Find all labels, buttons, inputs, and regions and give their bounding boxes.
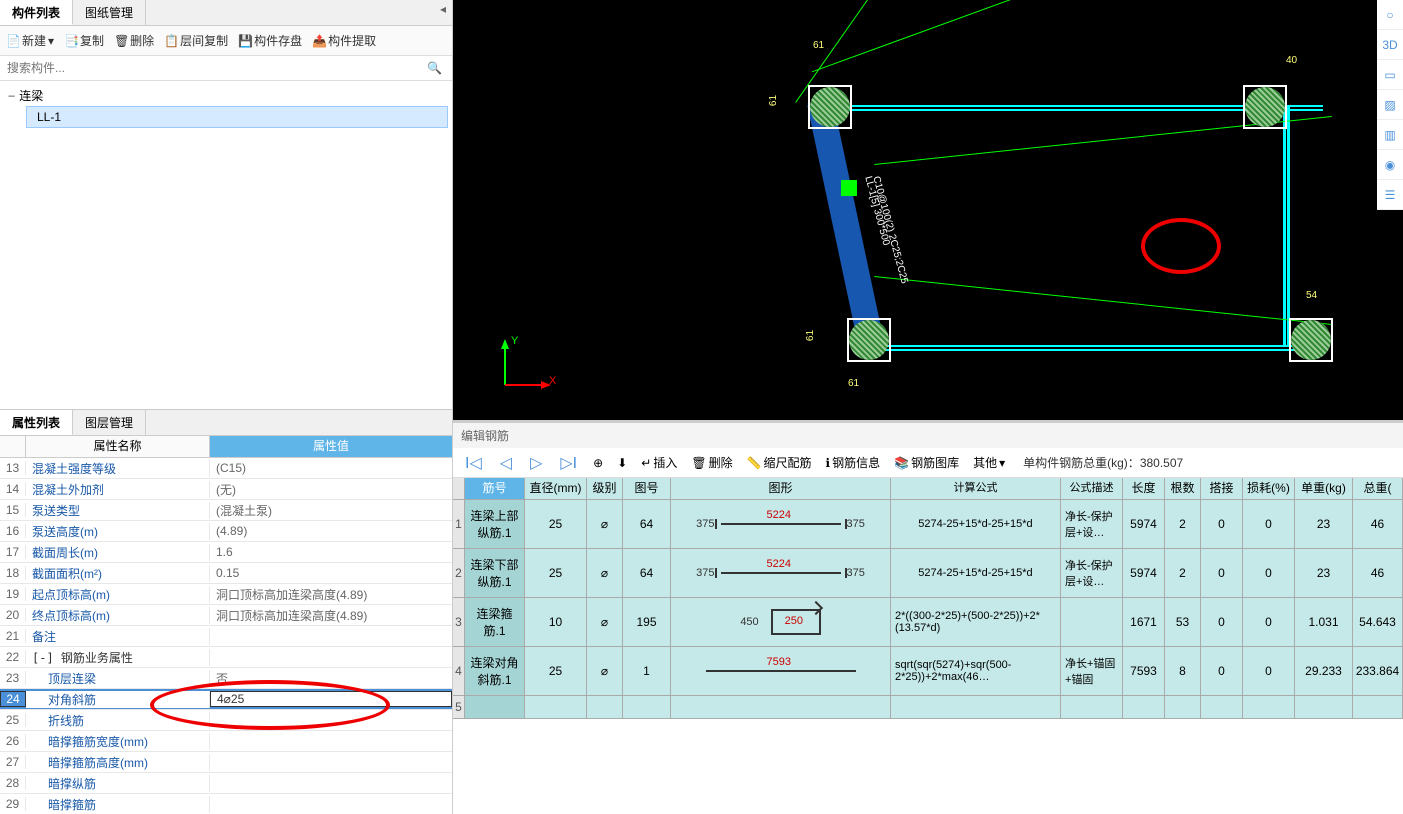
canvas-viewport[interactable]: 61 40 61 61 54 61 LL-1[5] 300*500 C10@10… bbox=[453, 0, 1403, 420]
property-row[interactable]: 28暗撑纵筋 bbox=[0, 773, 452, 794]
property-row[interactable]: 16泵送高度(m)(4.89) bbox=[0, 521, 452, 542]
column-2[interactable] bbox=[1243, 85, 1287, 129]
scale-button[interactable]: 📏 缩尺配筋 bbox=[743, 452, 816, 473]
property-row[interactable]: 13混凝土强度等级(C15) bbox=[0, 458, 452, 479]
property-row[interactable]: 18截面面积(m²)0.15 bbox=[0, 563, 452, 584]
rebar-down-icon[interactable]: ⬇ bbox=[613, 454, 631, 472]
column-4[interactable] bbox=[1289, 318, 1333, 362]
side-tool-box2[interactable]: ▨ bbox=[1377, 90, 1403, 120]
delete-button[interactable]: 🗑 删除 bbox=[687, 452, 736, 473]
nav-first[interactable]: I◁ bbox=[459, 453, 488, 473]
dim-label: 40 bbox=[1286, 55, 1297, 66]
rebar-row[interactable]: 2连梁下部纵筋.125⌀6437552243755274-25+15*d-25+… bbox=[453, 549, 1403, 598]
property-row[interactable]: 24对角斜筋4⌀25 bbox=[0, 689, 452, 710]
property-row[interactable]: 15泵送类型(混凝土泵) bbox=[0, 500, 452, 521]
other-button[interactable]: 其他 ▾ bbox=[969, 452, 1009, 473]
copy-icon: 📑 bbox=[64, 34, 78, 48]
expand-icon[interactable]: − bbox=[8, 89, 15, 103]
component-toolbar: 📄新建▾ 📑复制 🗑删除 📋层间复制 💾构件存盘 📤构件提取 bbox=[0, 26, 452, 56]
dim-label: 61 bbox=[813, 40, 824, 51]
save-button[interactable]: 💾构件存盘 bbox=[234, 30, 306, 51]
tree-item-ll1[interactable]: LL-1 bbox=[26, 106, 448, 128]
delete-button[interactable]: 🗑删除 bbox=[110, 30, 158, 51]
rebar-table: 筋号 直径(mm) 级别 图号 图形 计算公式 公式描述 长度 根数 搭接 损耗… bbox=[453, 478, 1403, 814]
dim-label: 61 bbox=[805, 330, 816, 341]
side-tool-orbit[interactable]: ○ bbox=[1377, 0, 1403, 30]
property-row[interactable]: 21备注 bbox=[0, 626, 452, 647]
property-tabs: 属性列表 图层管理 bbox=[0, 410, 452, 436]
rebar-panel-title: 编辑钢筋 bbox=[453, 423, 1403, 448]
search-icon[interactable]: 🔍 bbox=[421, 61, 448, 75]
plus-icon: 📄 bbox=[6, 34, 20, 48]
side-tool-list[interactable]: ☰ bbox=[1377, 180, 1403, 210]
property-row[interactable]: 25折线筋 bbox=[0, 710, 452, 731]
beam-marker bbox=[841, 180, 857, 196]
search-input[interactable] bbox=[4, 58, 421, 78]
minimize-btn[interactable]: ◂ bbox=[436, 2, 450, 16]
total-weight-label: 单构件钢筋总重(kg)：380.507 bbox=[1023, 454, 1183, 471]
nav-last[interactable]: ▷I bbox=[554, 453, 583, 473]
tab-drawing-mgmt[interactable]: 图纸管理 bbox=[73, 0, 146, 25]
new-button[interactable]: 📄新建▾ bbox=[2, 30, 58, 51]
dim-label: 61 bbox=[848, 378, 859, 389]
library-button[interactable]: 📚 钢筋图库 bbox=[890, 452, 963, 473]
rebar-add-icon[interactable]: ⊕ bbox=[589, 454, 607, 472]
property-row[interactable]: 20终点顶标高(m)洞口顶标高加连梁高度(4.89) bbox=[0, 605, 452, 626]
rebar-row[interactable]: 1连梁上部纵筋.125⌀6437552243755274-25+15*d-25+… bbox=[453, 500, 1403, 549]
beam-ll1[interactable] bbox=[807, 100, 884, 350]
property-row[interactable]: 14混凝土外加剂(无) bbox=[0, 479, 452, 500]
delete-icon: 🗑 bbox=[114, 34, 128, 48]
property-row[interactable]: 19起点顶标高(m)洞口顶标高加连梁高度(4.89) bbox=[0, 584, 452, 605]
nav-prev[interactable]: ◁ bbox=[494, 453, 518, 473]
save-icon: 💾 bbox=[238, 34, 252, 48]
side-tool-box3[interactable]: ▥ bbox=[1377, 120, 1403, 150]
info-button[interactable]: ℹ 钢筋信息 bbox=[822, 452, 885, 473]
layer-copy-icon: 📋 bbox=[164, 34, 178, 48]
copy-button[interactable]: 📑复制 bbox=[60, 30, 108, 51]
side-toolbar: ○ 3D ▭ ▨ ▥ ◉ ☰ bbox=[1377, 0, 1403, 210]
dim-label: 54 bbox=[1306, 290, 1317, 301]
property-row[interactable]: 22[-] 钢筋业务属性 bbox=[0, 647, 452, 668]
side-tool-box1[interactable]: ▭ bbox=[1377, 60, 1403, 90]
property-row[interactable]: 23顶层连梁否 bbox=[0, 668, 452, 689]
extract-button[interactable]: 📤构件提取 bbox=[308, 30, 380, 51]
property-table: 13混凝土强度等级(C15)14混凝土外加剂(无)15泵送类型(混凝土泵)16泵… bbox=[0, 458, 452, 814]
tab-component-list[interactable]: 构件列表 bbox=[0, 0, 73, 25]
tab-layer-mgmt[interactable]: 图层管理 bbox=[73, 410, 146, 435]
rebar-header-row: 筋号 直径(mm) 级别 图号 图形 计算公式 公式描述 长度 根数 搭接 损耗… bbox=[453, 478, 1403, 500]
property-row[interactable]: 27暗撑箍筋高度(mm) bbox=[0, 752, 452, 773]
insert-button[interactable]: ↵ 插入 bbox=[637, 452, 681, 473]
rebar-toolbar: I◁ ◁ ▷ ▷I ⊕ ⬇ ↵ 插入 🗑 删除 📏 缩尺配筋 ℹ 钢筋信息 📚 … bbox=[453, 448, 1403, 478]
extract-icon: 📤 bbox=[312, 34, 326, 48]
axis-indicator: Y X bbox=[493, 337, 553, 400]
dropdown-icon: ▾ bbox=[48, 34, 54, 48]
dim-label: 61 bbox=[768, 95, 779, 106]
nav-next[interactable]: ▷ bbox=[524, 453, 548, 473]
column-3[interactable] bbox=[847, 318, 891, 362]
layer-copy-button[interactable]: 📋层间复制 bbox=[160, 30, 232, 51]
component-tree: − 连梁 LL-1 bbox=[0, 81, 452, 409]
tab-property-list[interactable]: 属性列表 bbox=[0, 410, 73, 435]
tree-root[interactable]: − 连梁 bbox=[4, 85, 448, 106]
property-row[interactable]: 26暗撑箍筋宽度(mm) bbox=[0, 731, 452, 752]
property-header: 属性名称 属性值 bbox=[0, 436, 452, 458]
side-tool-focus[interactable]: ◉ bbox=[1377, 150, 1403, 180]
rebar-row[interactable]: 5 bbox=[453, 696, 1403, 719]
component-tabs: 构件列表 图纸管理 bbox=[0, 0, 452, 26]
column-1[interactable] bbox=[808, 85, 852, 129]
side-tool-3d[interactable]: 3D bbox=[1377, 30, 1403, 60]
rebar-row[interactable]: 3连梁箍筋.110⌀1954502502*((300-2*25)+(500-2*… bbox=[453, 598, 1403, 647]
property-row[interactable]: 17截面周长(m)1.6 bbox=[0, 542, 452, 563]
property-row[interactable]: 29暗撑箍筋 bbox=[0, 794, 452, 814]
rebar-row[interactable]: 4连梁对角斜筋.125⌀17593sqrt(sqr(5274)+sqr(500-… bbox=[453, 647, 1403, 696]
